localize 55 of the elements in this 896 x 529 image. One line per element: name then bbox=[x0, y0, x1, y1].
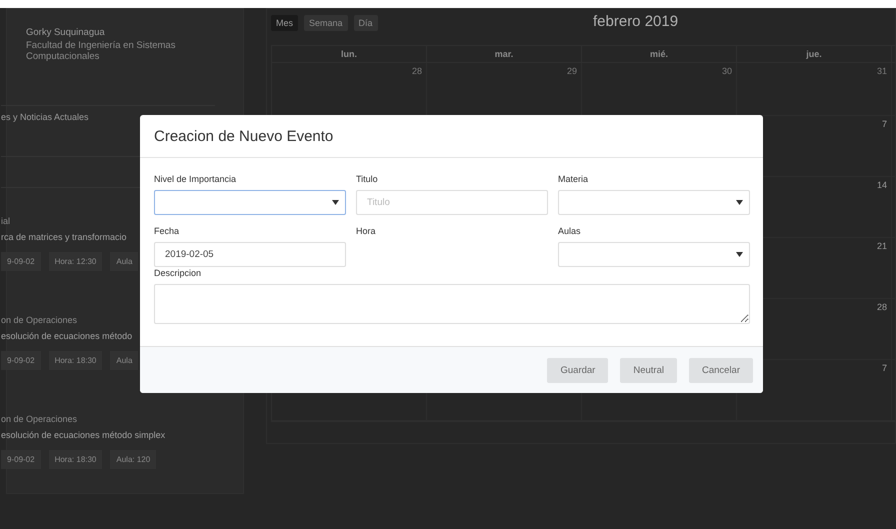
calendar-title: febrero 2019 bbox=[593, 13, 678, 30]
weekday-header: mié. bbox=[582, 46, 737, 62]
description-field[interactable] bbox=[154, 284, 750, 324]
day-number: 28 bbox=[412, 66, 422, 76]
day-number: 7 bbox=[882, 363, 887, 373]
event-tag: Aula bbox=[110, 351, 138, 370]
event-tag: Aula: 120 bbox=[110, 450, 156, 469]
field-label: Fecha bbox=[154, 226, 180, 236]
caret-icon bbox=[736, 252, 743, 257]
event-category: ial bbox=[1, 216, 10, 226]
field-label: Titulo bbox=[356, 174, 379, 184]
dialog-button[interactable]: Cancelar bbox=[688, 358, 753, 382]
caret-icon bbox=[736, 200, 743, 205]
event-category: on de Operaciones bbox=[1, 315, 78, 325]
select-field[interactable] bbox=[558, 242, 750, 267]
news-heading: es y Noticias Actuales bbox=[1, 112, 89, 122]
select-field[interactable] bbox=[558, 190, 750, 215]
field-label: Descripcion bbox=[154, 268, 202, 278]
event-tag: Aula bbox=[110, 252, 138, 271]
view-tab[interactable]: Día bbox=[354, 15, 378, 31]
field-label: Hora bbox=[356, 226, 377, 236]
event-tag: 9-09-02 bbox=[1, 450, 41, 469]
dialog-title: Creacion de Nuevo Evento bbox=[154, 128, 334, 144]
day-number: 14 bbox=[876, 180, 887, 190]
weekday-header: mar. bbox=[427, 46, 582, 62]
day-number: 21 bbox=[876, 241, 887, 251]
event-title: esolución de ecuaciones método bbox=[1, 331, 132, 341]
event-category: on de Operaciones bbox=[1, 414, 78, 424]
select-field[interactable] bbox=[154, 190, 346, 215]
dialog-button[interactable]: Neutral bbox=[620, 358, 677, 382]
day-number: 28 bbox=[876, 302, 887, 312]
event-tag: Hora: 12:30 bbox=[48, 252, 102, 271]
view-tab[interactable]: Mes bbox=[271, 15, 298, 31]
weekday-header: jue. bbox=[737, 46, 892, 62]
event-title: rca de matrices y transformacio bbox=[1, 232, 127, 242]
day-number: 31 bbox=[876, 66, 887, 76]
day-number: 29 bbox=[566, 66, 577, 76]
event-tag: 9-09-02 bbox=[1, 351, 41, 370]
day-number: 7 bbox=[882, 119, 887, 129]
event-tag: 9-09-02 bbox=[1, 252, 41, 271]
event-tag: Hora: 18:30 bbox=[48, 450, 102, 469]
caret-icon bbox=[332, 200, 339, 205]
input-field[interactable]: 2019-02-05 bbox=[154, 242, 346, 267]
user-name: Gorky Suquinagua bbox=[26, 27, 105, 38]
field-label: Nivel de Importancia bbox=[154, 174, 238, 184]
event-title: esolución de ecuaciones método simplex bbox=[1, 430, 166, 440]
field-label: Materia bbox=[558, 174, 590, 184]
field-label: Aulas bbox=[558, 226, 582, 236]
dialog-button[interactable]: Guardar bbox=[547, 358, 608, 382]
event-tag: Hora: 18:30 bbox=[48, 351, 102, 370]
faculty-name: Facultad de Ingeniería en Sistemas Computacionales bbox=[26, 41, 176, 63]
weekday-header: lun. bbox=[272, 46, 427, 62]
view-tab[interactable]: Semana bbox=[304, 15, 348, 31]
input-field[interactable]: Titulo bbox=[356, 190, 548, 215]
day-number: 30 bbox=[722, 66, 732, 76]
